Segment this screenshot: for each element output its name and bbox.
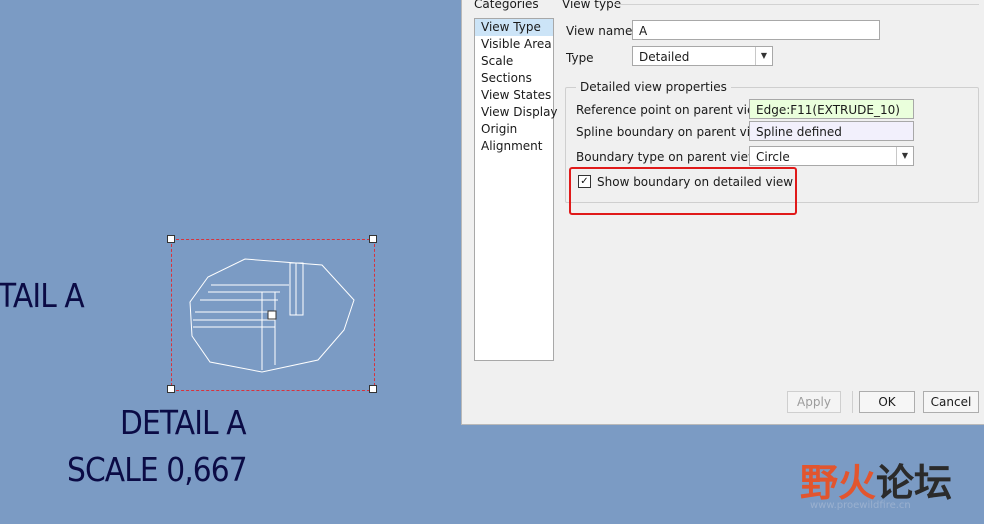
category-visible-area[interactable]: Visible Area bbox=[475, 36, 553, 53]
geometry-handle bbox=[267, 310, 277, 320]
boundary-type-value: Circle bbox=[756, 150, 790, 164]
categories-list[interactable]: View Type Visible Area Scale Sections Vi… bbox=[474, 18, 558, 361]
type-label: Type bbox=[566, 51, 594, 65]
detailed-view-properties-title: Detailed view properties bbox=[576, 80, 731, 94]
chevron-down-icon[interactable]: ▼ bbox=[755, 47, 772, 65]
view-type-section-label: View type bbox=[562, 0, 622, 11]
button-separator bbox=[852, 391, 853, 413]
type-dropdown[interactable]: Detailed ▼ bbox=[632, 46, 773, 66]
forum-watermark: 野火论坛 bbox=[800, 452, 952, 507]
category-origin[interactable]: Origin bbox=[475, 121, 553, 138]
watermark-url: www.proewildfire.cn bbox=[810, 500, 911, 511]
category-sections[interactable]: Sections bbox=[475, 70, 553, 87]
reference-point-label: Reference point on parent view bbox=[576, 103, 765, 117]
view-name-input[interactable]: A bbox=[632, 20, 880, 40]
boundary-type-dropdown[interactable]: Circle ▼ bbox=[749, 146, 914, 166]
category-view-states[interactable]: View States bbox=[475, 87, 553, 104]
boundary-type-label: Boundary type on parent view bbox=[576, 150, 758, 164]
reference-point-collector[interactable]: Edge:F11(EXTRUDE_10) bbox=[749, 99, 914, 119]
detail-view-scale: SCALE 0,667 bbox=[67, 450, 248, 489]
drawing-view-dialog: Categories View type View Type Visible A… bbox=[461, 0, 984, 425]
highlight-annotation-box bbox=[569, 167, 797, 215]
view-name-label: View name bbox=[566, 24, 633, 38]
apply-button[interactable]: Apply bbox=[787, 391, 841, 413]
category-view-display[interactable]: View Display bbox=[475, 104, 558, 121]
categories-label: Categories bbox=[474, 0, 539, 11]
spline-boundary-label: Spline boundary on parent view bbox=[576, 125, 768, 139]
section-divider bbox=[614, 4, 979, 5]
watermark-part1: 野火 bbox=[800, 461, 877, 505]
category-view-type[interactable]: View Type bbox=[475, 19, 553, 36]
category-scale[interactable]: Scale bbox=[475, 53, 553, 70]
chevron-down-icon[interactable]: ▼ bbox=[896, 147, 913, 165]
watermark-part2: 论坛 bbox=[876, 461, 953, 505]
detail-view-title: DETAIL A bbox=[120, 403, 247, 442]
spline-boundary-collector[interactable]: Spline defined bbox=[749, 121, 914, 141]
ok-button[interactable]: OK bbox=[859, 391, 915, 413]
category-alignment[interactable]: Alignment bbox=[475, 138, 553, 155]
cancel-button[interactable]: Cancel bbox=[923, 391, 979, 413]
type-dropdown-value: Detailed bbox=[639, 50, 690, 64]
